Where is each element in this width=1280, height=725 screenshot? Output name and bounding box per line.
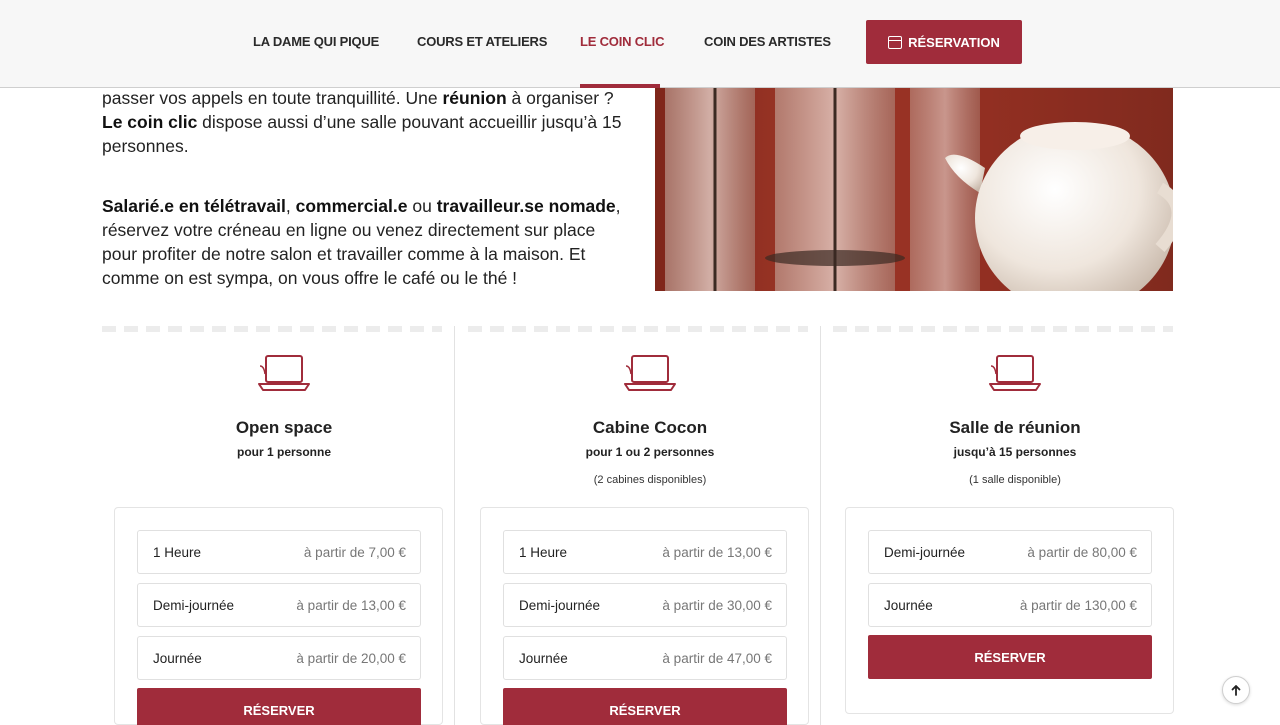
laptop-icon <box>989 355 1041 391</box>
laptop-icon <box>624 355 676 391</box>
option-price: à partir de 80,00 € <box>1027 545 1137 560</box>
option-price: à partir de 13,00 € <box>296 598 406 613</box>
option-label: 1 Heure <box>519 545 568 560</box>
offer-cabine-cocon: Cabine Cocon pour 1 ou 2 personnes (2 ca… <box>467 326 833 725</box>
top-navigation: LA DAME QUI PIQUE COURS ET ATELIERS LE C… <box>0 0 1280 88</box>
emphasized-text: commercial.e <box>295 196 408 216</box>
offer-open-space: Open space pour 1 personne 1 Heure à par… <box>101 326 467 725</box>
reservation-label: Réservation <box>908 34 1000 50</box>
pricing-option[interactable]: Journée à partir de 47,00 € <box>503 636 787 680</box>
intro-paragraph-2: Salarié.e en télétravail, commercial.e o… <box>102 194 632 290</box>
nav-item-la-dame-qui-pique[interactable]: LA DAME QUI PIQUE <box>253 34 379 49</box>
cafe-photo <box>655 88 1173 291</box>
intro-paragraph-1: passer vos appels en toute tranquillité.… <box>102 86 632 158</box>
nav-item-coin-des-artistes[interactable]: COIN DES ARTISTES <box>704 34 831 49</box>
availability-note: (1 salle disponible) <box>969 474 1061 486</box>
scroll-to-top-button[interactable] <box>1222 676 1250 704</box>
pricing-option[interactable]: 1 Heure à partir de 7,00 € <box>137 530 421 574</box>
offer-salle-de-reunion: Salle de réunion jusqu’à 15 personnes (1… <box>832 326 1198 725</box>
pricing-option[interactable]: Journée à partir de 20,00 € <box>137 636 421 680</box>
offer-title: Open space <box>235 418 333 437</box>
option-price: à partir de 47,00 € <box>662 651 772 666</box>
paragraph-text: à organiser ? <box>506 88 614 108</box>
option-label: Journée <box>153 651 202 666</box>
pricing-option[interactable]: Demi-journée à partir de 80,00 € <box>868 530 1152 574</box>
option-label: Demi-journée <box>519 598 601 613</box>
offer-title: Salle de réunion <box>949 418 1081 437</box>
option-label: Journée <box>519 651 568 666</box>
reserve-button[interactable]: Réserver <box>503 688 787 725</box>
nav-item-cours-et-ateliers[interactable]: COURS ET ATELIERS <box>417 34 547 49</box>
emphasized-text: Salarié.e en télétravail <box>102 196 286 216</box>
pricing-option[interactable]: Journée à partir de 130,00 € <box>868 583 1152 627</box>
option-label: Journée <box>884 598 933 613</box>
option-price: à partir de 30,00 € <box>662 598 772 613</box>
availability-note: (2 cabines disponibles) <box>593 474 707 486</box>
pricing-option[interactable]: 1 Heure à partir de 13,00 € <box>503 530 787 574</box>
nav-item-le-coin-clic[interactable]: LE COIN CLIC <box>580 34 664 49</box>
emphasized-text: réunion <box>442 88 507 108</box>
emphasized-text: travailleur.se nomade <box>436 196 616 216</box>
option-label: Demi-journée <box>153 598 235 613</box>
offer-subtitle: jusqu’à 15 personnes <box>953 445 1077 459</box>
paragraph-text: , <box>285 196 296 216</box>
reserve-button[interactable]: Réserver <box>137 688 421 725</box>
pricing-card: 1 Heure à partir de 13,00 € Demi-journée… <box>480 507 809 725</box>
paragraph-text: passer vos appels en toute tranquillité.… <box>102 88 443 108</box>
reserve-button[interactable]: Réserver <box>868 635 1152 679</box>
offer-subtitle: pour 1 personne <box>236 445 331 459</box>
pricing-option[interactable]: Demi-journée à partir de 13,00 € <box>137 583 421 627</box>
option-price: à partir de 13,00 € <box>662 545 772 560</box>
emphasized-text: Le coin clic <box>102 112 198 132</box>
offer-title: Cabine Cocon <box>592 418 708 437</box>
option-label: Demi-journée <box>884 545 966 560</box>
paragraph-text: ou <box>407 196 437 216</box>
laptop-icon <box>258 355 310 391</box>
option-price: à partir de 20,00 € <box>296 651 406 666</box>
pricing-card: Demi-journée à partir de 80,00 € Journée… <box>845 507 1174 714</box>
calendar-icon <box>888 35 903 49</box>
pricing-card: 1 Heure à partir de 7,00 € Demi-journée … <box>114 507 443 725</box>
option-price: à partir de 7,00 € <box>303 545 406 560</box>
active-nav-indicator <box>580 84 660 88</box>
pricing-option[interactable]: Demi-journée à partir de 30,00 € <box>503 583 787 627</box>
reservation-button[interactable]: Réservation <box>866 20 1022 64</box>
offer-subtitle: pour 1 ou 2 personnes <box>585 445 715 459</box>
option-label: 1 Heure <box>153 545 202 560</box>
option-price: à partir de 130,00 € <box>1019 598 1137 613</box>
arrow-up-icon <box>1231 685 1241 696</box>
